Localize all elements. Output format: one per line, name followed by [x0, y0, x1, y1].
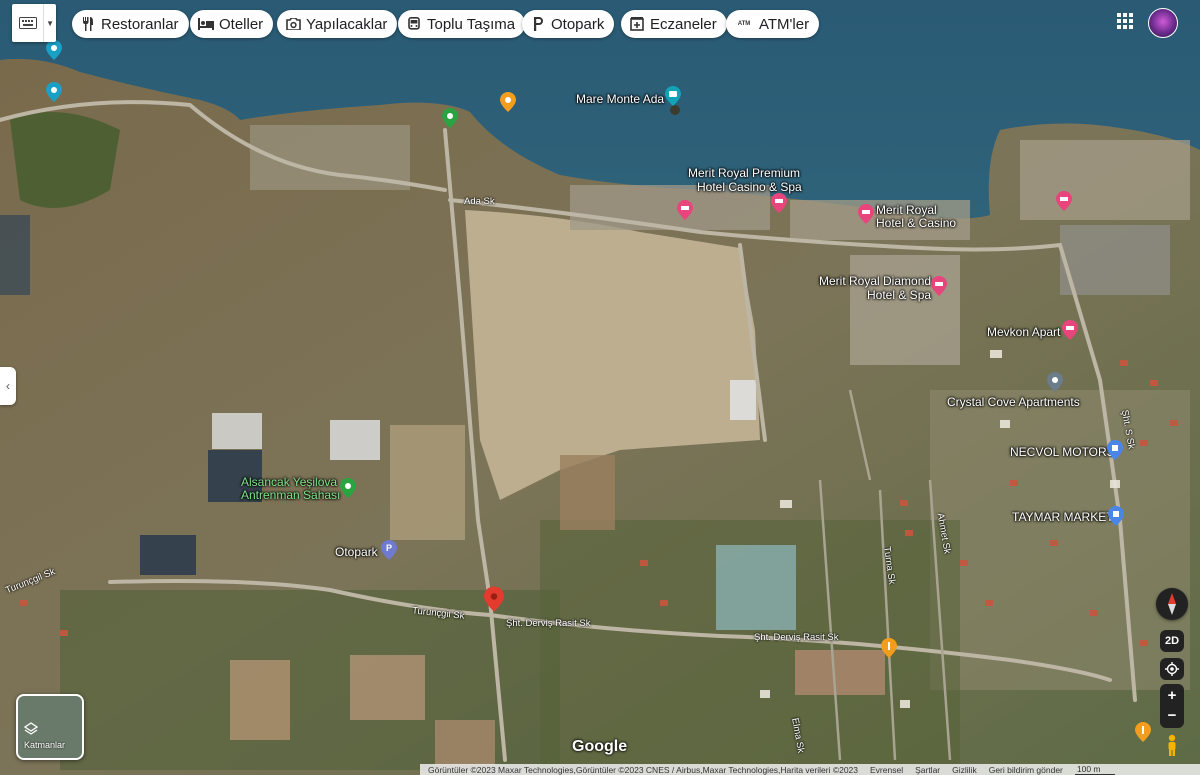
chip-pharmacy[interactable]: Eczaneler — [621, 10, 727, 38]
camera-pin-mare-monte[interactable] — [665, 86, 681, 106]
location-target-icon — [1165, 662, 1179, 676]
compass-control[interactable] — [1156, 588, 1188, 620]
chip-label: Restoranlar — [101, 15, 179, 33]
atm-icon: ATM — [737, 21, 751, 27]
zoom-out-button[interactable]: − — [1168, 706, 1177, 726]
street-dervis-1: Şht. Derviş Rasit Sk — [506, 618, 591, 629]
hotel-pin-merit-diamond[interactable] — [931, 276, 947, 296]
hotel-pin-merit-premium[interactable] — [677, 200, 693, 220]
parking-pin-otopark[interactable]: P — [381, 540, 397, 560]
label-merit-diamond-2[interactable]: Hotel & Spa — [867, 288, 931, 302]
toggle-2d-button[interactable]: 2D — [1160, 630, 1184, 652]
chip-label: ATM'ler — [759, 15, 810, 33]
place-pin-alsancak[interactable] — [340, 478, 356, 498]
input-tools-button[interactable]: ▼ — [12, 4, 56, 42]
land-details — [0, 100, 1190, 770]
hotel-pin-east[interactable] — [1056, 191, 1072, 211]
pegman-icon[interactable] — [1164, 734, 1180, 756]
chevron-down-icon[interactable]: ▼ — [44, 4, 56, 42]
layers-label: Katmanlar — [24, 740, 66, 750]
bed-icon — [198, 16, 214, 32]
chip-restaurants[interactable]: Restoranlar — [72, 10, 189, 38]
label-merit-premium-2[interactable]: Hotel Casino & Spa — [697, 180, 802, 194]
chip-parking[interactable]: Otopark — [522, 10, 615, 38]
account-avatar[interactable] — [1148, 8, 1178, 38]
chip-hotels[interactable]: Oteller — [190, 10, 274, 38]
label-mare-monte[interactable]: Mare Monte Ada — [576, 92, 664, 106]
google-logo: Google — [572, 738, 628, 755]
pharmacy-icon — [629, 16, 645, 32]
shop-pin-necvol[interactable] — [1107, 440, 1123, 460]
compass-icon — [1168, 593, 1176, 615]
hotel-pin-mevkon[interactable] — [1062, 320, 1078, 340]
label-otopark[interactable]: Otopark — [335, 545, 378, 559]
feedback-link[interactable]: Geri bildirim gönder — [989, 765, 1063, 775]
terms-link[interactable]: Şartlar — [915, 765, 940, 775]
parking-icon — [530, 16, 546, 32]
chevron-left-icon: ‹ — [6, 379, 10, 393]
hotel-pin-merit-royal[interactable] — [858, 204, 874, 224]
chip-label: Oteller — [219, 15, 264, 33]
label-crystal-cove[interactable]: Crystal Cove Apartments — [947, 395, 1080, 409]
label-taymar[interactable]: TAYMAR MARKET — [1012, 510, 1114, 524]
top-toolbar: ▼ Restoranlar Oteller Yapılacaklar Toplu… — [0, 0, 1200, 50]
chip-label: Yapılacaklar — [306, 15, 388, 33]
chip-label: Toplu Taşıma — [427, 15, 516, 33]
label-alsancak-1[interactable]: Alsancak Yeşilova — [241, 475, 337, 489]
label-alsancak-2[interactable]: Antrenman Sahası — [241, 488, 340, 502]
apps-grid-icon[interactable] — [1116, 12, 1134, 30]
chip-label: Eczaneler — [650, 15, 717, 33]
place-pin-green[interactable] — [442, 108, 458, 128]
label-merit-premium-1[interactable]: Merit Royal Premium — [688, 166, 800, 180]
my-location-button[interactable] — [1160, 658, 1184, 680]
fork-knife-icon — [80, 16, 96, 32]
place-pin-beach-2[interactable] — [46, 82, 62, 102]
scale-label[interactable]: 100 m — [1074, 764, 1115, 775]
collapse-side-panel-button[interactable]: ‹ — [0, 367, 16, 405]
chip-things-to-do[interactable]: Yapılacaklar — [277, 10, 398, 38]
street-ada: Ada Sk — [464, 196, 495, 207]
restaurant-pin-1[interactable] — [881, 638, 897, 658]
privacy-link[interactable]: Gizlilik — [952, 765, 977, 775]
selected-location-pin[interactable] — [484, 586, 504, 612]
street-dervis-2: Şht. Derviş Rasit Sk — [754, 632, 839, 643]
label-necvol[interactable]: NECVOL MOTORS — [1010, 445, 1115, 459]
label-merit-diamond-1[interactable]: Merit Royal Diamond — [819, 274, 931, 288]
region-link[interactable]: Evrensel — [870, 765, 903, 775]
hotel-pin-merit-premium-2[interactable] — [771, 193, 787, 213]
label-merit-royal-1[interactable]: Merit Royal — [876, 203, 937, 217]
svg-text:P: P — [386, 543, 392, 553]
chip-transit[interactable]: Toplu Taşıma — [398, 10, 526, 38]
zoom-in-button[interactable]: + — [1168, 686, 1177, 706]
chip-label: Otopark — [551, 15, 605, 33]
bus-icon — [406, 16, 422, 32]
attribution-bar: Görüntüler ©2023 Maxar Technologies,Görü… — [420, 764, 1200, 775]
camera-icon — [285, 16, 301, 32]
layers-icon — [24, 722, 38, 735]
place-pin-crystal-cove[interactable] — [1047, 372, 1063, 392]
zoom-controls: + − — [1160, 684, 1184, 728]
keyboard-icon[interactable] — [12, 4, 45, 42]
layers-button[interactable]: Katmanlar — [16, 694, 84, 760]
label-mevkon[interactable]: Mevkon Apart — [987, 325, 1060, 339]
shop-pin-taymar[interactable] — [1108, 506, 1124, 526]
chip-atm[interactable]: ATM ATM'ler — [726, 10, 820, 38]
satellite-map[interactable]: Ada Sk Turunçgil Sk Turunçgil Sk Şht. De… — [0, 0, 1200, 775]
label-merit-royal-2[interactable]: Hotel & Casino — [876, 216, 956, 230]
imagery-attribution: Görüntüler ©2023 Maxar Technologies,Görü… — [428, 764, 859, 775]
place-pin-orange-coast[interactable] — [500, 92, 516, 112]
restaurant-pin-2[interactable] — [1135, 722, 1151, 742]
